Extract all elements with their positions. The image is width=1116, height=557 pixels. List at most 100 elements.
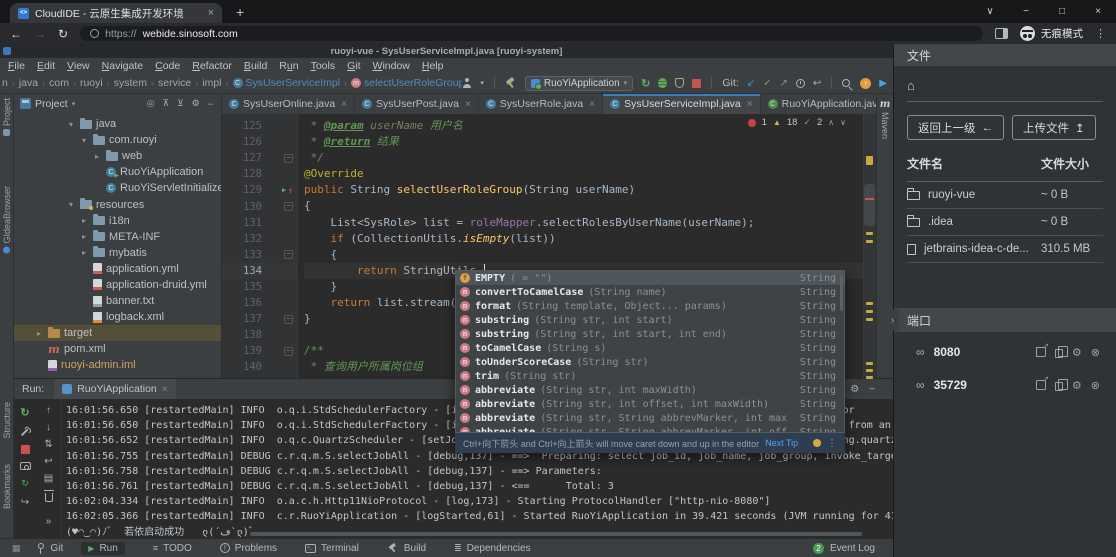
run-tab-close-icon[interactable]: × [162, 384, 168, 395]
debug-icon[interactable] [658, 78, 667, 88]
tool-window-gideabrowser[interactable]: GIdeaBrowser [2, 186, 12, 254]
run-with-profiler-icon[interactable] [462, 78, 472, 88]
completion-item-EMPTY[interactable]: fEMPTY ( = "")String [456, 271, 844, 285]
scroll-down-icon[interactable]: ↓ [46, 422, 51, 433]
tree-item-i18n[interactable]: ▸i18n [14, 213, 221, 229]
hint-more-icon[interactable]: ⋮ [827, 438, 837, 449]
close-button[interactable]: × [1080, 6, 1116, 17]
project-settings-gear-icon[interactable]: ⚙ [190, 98, 202, 109]
hide-run-panel-icon[interactable]: − [869, 384, 875, 395]
stop-icon[interactable] [692, 79, 701, 88]
thread-dump-camera-icon[interactable] [20, 462, 31, 470]
tool-window-structure[interactable]: Structure [2, 402, 12, 439]
back-button[interactable]: ← [10, 27, 22, 41]
run-tab[interactable]: RuoYiApplication × [54, 379, 175, 399]
stop-process-icon[interactable] [21, 445, 30, 454]
status-dependencies[interactable]: ≣Dependencies [454, 543, 530, 554]
tree-item-java[interactable]: ▾java [14, 116, 221, 132]
completion-item-substring[interactable]: msubstring(String str, int start, int en… [456, 327, 844, 341]
breadcrumb-item-selectUserRoleGroup[interactable]: mselectUserRoleGroup [351, 77, 462, 89]
menu-item-help[interactable]: Help [416, 60, 450, 72]
next-tip-link[interactable]: Next Tip [765, 438, 798, 448]
completion-item-format[interactable]: mformat(String template, Object... param… [456, 299, 844, 313]
completion-item-abbreviate[interactable]: mabbreviate(String str, String abbrevMar… [456, 411, 844, 425]
restart-icon[interactable]: ↻ [21, 478, 29, 489]
git-commit-icon[interactable]: ✓ [763, 78, 771, 89]
forward-button[interactable]: → [34, 27, 46, 41]
tree-item-META-INF[interactable]: ▸META-INF [14, 229, 221, 245]
run-with-chevron-icon[interactable]: ▾ [480, 79, 484, 87]
console-settings-gear-icon[interactable]: ⚙ [850, 384, 859, 395]
side-panel-icon[interactable] [995, 28, 1008, 39]
tree-item-application-druid.yml[interactable]: application-druid.yml [14, 277, 221, 293]
edit-configuration-wrench-icon[interactable] [18, 425, 32, 439]
inspections-widget[interactable]: 1 ▲ 18 ✓ 2 ∧ ∨ [748, 117, 846, 128]
menu-item-navigate[interactable]: Navigate [96, 60, 149, 72]
browser-menu-chevron-icon[interactable]: ∨ [972, 6, 1008, 17]
tree-item-logback.xml[interactable]: logback.xml [14, 309, 221, 325]
tree-item-target[interactable]: ▸target [14, 325, 221, 341]
editor-tab-SysUserPost.java[interactable]: CSysUserPost.java× [355, 94, 479, 114]
completion-item-abbreviate[interactable]: mabbreviate(String str, int offset, int … [456, 397, 844, 411]
soft-wrap-icon[interactable]: ↩ [44, 456, 52, 467]
menu-item-build[interactable]: Build [238, 60, 273, 72]
copy-icon[interactable] [1055, 382, 1063, 391]
completion-item-abbreviate[interactable]: mabbreviate(String str, int maxWidth)Str… [456, 383, 844, 397]
browser-more-icon[interactable]: ⋮ [1095, 27, 1106, 40]
build-hammer-icon[interactable] [505, 77, 517, 89]
menu-item-view[interactable]: View [61, 60, 96, 72]
file-row[interactable]: .idea ~ 0 B [907, 209, 1103, 236]
new-tab-button[interactable]: + [236, 4, 244, 20]
breadcrumb-item-n[interactable]: n [2, 77, 8, 89]
url-bar[interactable]: https:// webide.sinosoft.com [80, 26, 983, 41]
menu-item-refactor[interactable]: Refactor [186, 60, 238, 72]
breadcrumb-item-java[interactable]: java [19, 77, 38, 89]
locate-file-icon[interactable]: ◎ [145, 98, 157, 109]
tree-item-web[interactable]: ▸web [14, 148, 221, 164]
scroll-up-icon[interactable]: ↑ [46, 405, 51, 416]
breadcrumb-item-SysUserServiceImpl[interactable]: CSysUserServiceImpl [233, 77, 341, 89]
upload-button[interactable]: 上传文件↥ [1012, 115, 1096, 140]
expand-all-icon[interactable]: ⊻ [175, 98, 186, 109]
run-button-icon[interactable]: ↻ [641, 77, 650, 90]
navigate-stack-icon[interactable]: ⇅ [44, 439, 52, 450]
status-problems[interactable]: !Problems [220, 543, 277, 554]
stripe-thumb[interactable] [864, 184, 875, 226]
close-port-icon[interactable]: ⊗ [1091, 346, 1100, 359]
rerun-icon[interactable]: ↻ [20, 406, 29, 419]
breadcrumb-item-com[interactable]: com [49, 77, 69, 89]
popup-scrollbar[interactable] [840, 275, 843, 311]
completion-item-convertToCamelCase[interactable]: mconvertToCamelCase(String name)String [456, 285, 844, 299]
next-issue-icon[interactable]: ∨ [840, 118, 846, 127]
menu-item-run[interactable]: Run [273, 60, 304, 72]
error-stripe[interactable] [863, 114, 876, 378]
file-row[interactable]: ruoyi-vue ~ 0 B [907, 182, 1103, 209]
collapse-panel-chevron-icon[interactable]: › [886, 310, 899, 330]
breadcrumb-item-system[interactable]: system [114, 77, 147, 89]
menu-item-file[interactable]: File [2, 60, 31, 72]
editor-tab-SysUserRole.java[interactable]: CSysUserRole.java× [479, 94, 603, 114]
print-icon[interactable]: ▤ [44, 473, 53, 484]
tree-item-resources[interactable]: ▾resources [14, 196, 221, 212]
breadcrumb-item-impl[interactable]: impl [202, 77, 221, 89]
tree-item-banner.txt[interactable]: banner.txt [14, 293, 221, 309]
completion-item-toUnderScoreCase[interactable]: mtoUnderScoreCase(String str)String [456, 355, 844, 369]
clear-console-icon[interactable] [45, 493, 53, 502]
event-log[interactable]: 2 Event Log [813, 543, 875, 554]
file-row[interactable]: jetbrains-idea-c-de... 310.5 MB [907, 236, 1103, 263]
tab-close-icon[interactable]: × [208, 7, 214, 19]
git-rollback-icon[interactable]: ↩ [813, 78, 821, 89]
home-icon[interactable]: ⌂ [907, 78, 1103, 93]
status-git[interactable]: Git [37, 543, 64, 554]
open-external-icon[interactable] [1036, 347, 1046, 357]
tree-item-mybatis[interactable]: ▸mybatis [14, 245, 221, 261]
close-port-icon[interactable]: ⊗ [1091, 379, 1100, 392]
menu-item-tools[interactable]: Tools [305, 60, 342, 72]
status-build[interactable]: Build [387, 542, 426, 554]
git-push-icon[interactable]: ↗ [780, 78, 788, 89]
tree-item-com.ruoyi[interactable]: ▾com.ruoyi [14, 132, 221, 148]
tree-item-RuoYiApplication[interactable]: C▶RuoYiApplication [14, 164, 221, 180]
completion-item-abbreviate[interactable]: mabbreviate(String str, String abbrevMar… [456, 425, 844, 433]
browser-tab[interactable]: <> CloudIDE - 云原生集成开发环境 × [10, 3, 222, 23]
tree-item-ruoyi-admin.iml[interactable]: ruoyi-admin.iml [14, 357, 221, 373]
